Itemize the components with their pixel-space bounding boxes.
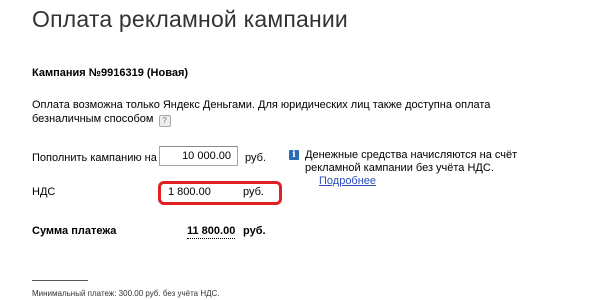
sum-value: 11 800.00 <box>187 225 236 239</box>
info-icon: i <box>289 150 299 160</box>
page-title: Оплата рекламной кампании <box>32 6 348 32</box>
footer-divider <box>32 280 88 281</box>
payment-note-text: Оплата возможна только Яндекс Деньгами. … <box>32 99 491 125</box>
min-payment-note: Минимальный платеж: 300.00 руб. без учёт… <box>32 289 220 298</box>
sum-currency: руб. <box>243 225 266 237</box>
topup-amount-input[interactable] <box>159 146 238 166</box>
info-text: Денежные средства начисляются на счёт ре… <box>305 149 518 174</box>
topup-currency: руб. <box>245 152 266 164</box>
more-info-link[interactable]: Подробнее <box>319 175 376 187</box>
vat-highlight-frame <box>158 181 282 205</box>
topup-label: Пополнить кампанию на <box>32 152 157 164</box>
payment-note: Оплата возможна только Яндекс Деньгами. … <box>32 98 552 127</box>
help-icon[interactable]: ? <box>158 115 171 127</box>
vat-label: НДС <box>32 186 56 198</box>
campaign-title: Кампания №9916319 (Новая) <box>32 67 189 79</box>
sum-label: Сумма платежа <box>32 225 117 237</box>
